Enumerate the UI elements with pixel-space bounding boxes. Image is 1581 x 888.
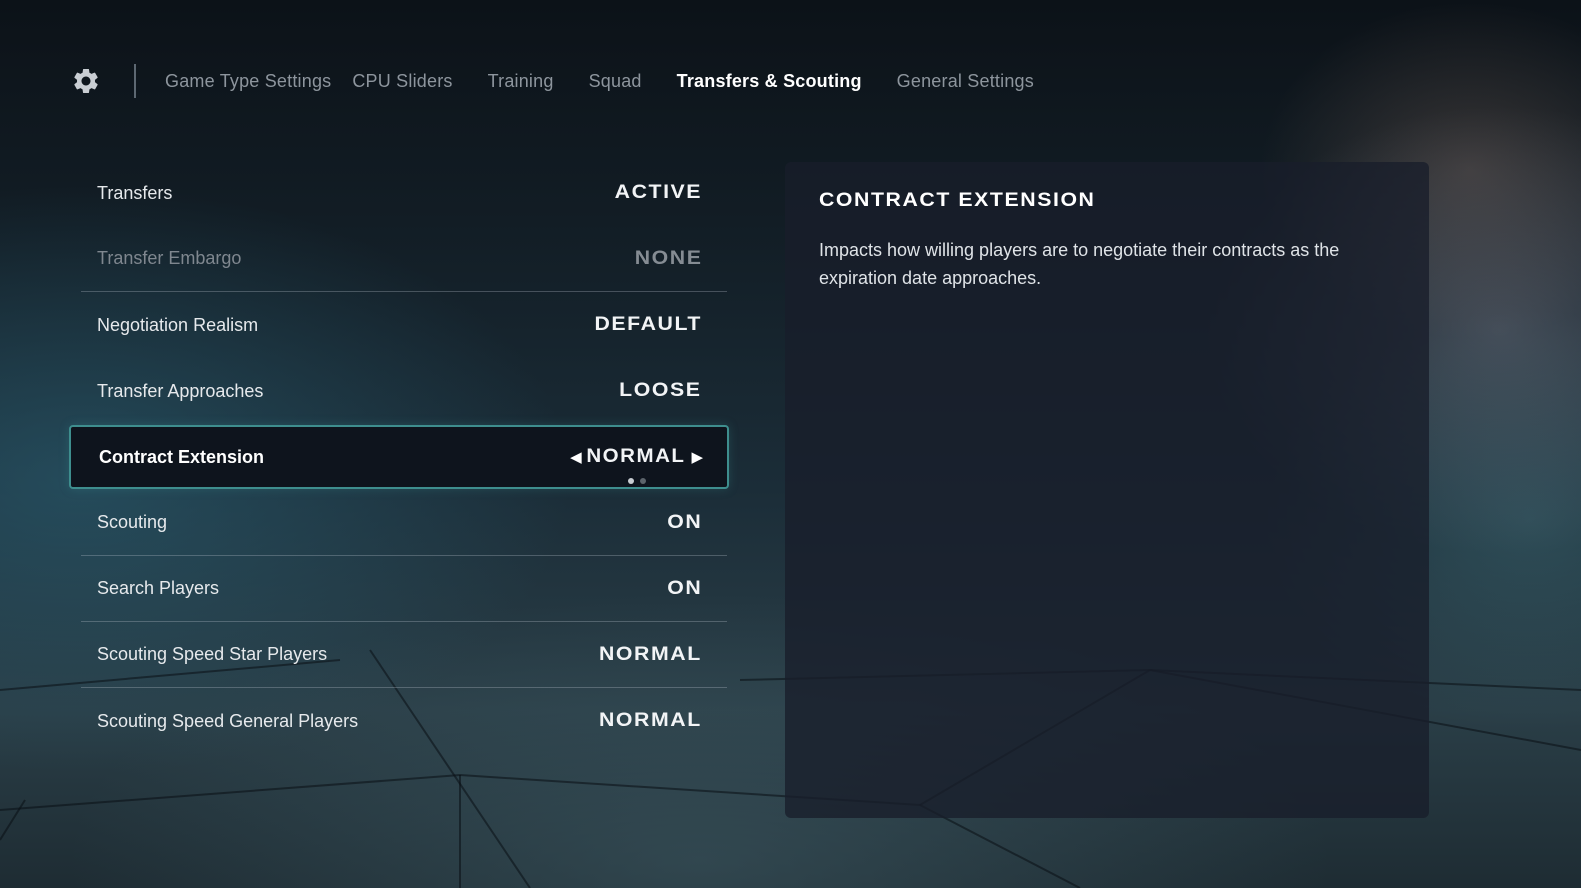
setting-row-transfer-approaches[interactable]: Transfer Approaches LOOSE	[81, 358, 727, 424]
description-panel: CONTRACT EXTENSION Impacts how willing p…	[785, 162, 1429, 818]
setting-value: NORMAL	[599, 643, 702, 665]
tab-cpu-sliders[interactable]: CPU Sliders	[352, 71, 452, 92]
setting-row-transfer-embargo: Transfer Embargo NONE	[81, 226, 727, 292]
description-body: Impacts how willing players are to negot…	[819, 240, 1340, 288]
setting-value: LOOSE	[619, 380, 702, 401]
gear-icon[interactable]	[68, 63, 104, 99]
value-selector[interactable]: ◀ NORMAL ▶	[570, 446, 703, 484]
setting-value: NORMAL	[599, 710, 702, 731]
setting-value: NORMAL	[586, 446, 686, 467]
setting-value: NONE	[634, 247, 702, 269]
setting-row-transfers[interactable]: Transfers ACTIVE	[81, 160, 727, 226]
top-navigation: Game Type Settings CPU Sliders Training …	[68, 60, 1069, 102]
option-dot	[639, 478, 646, 484]
option-page-dots	[627, 478, 646, 484]
tab-general-settings[interactable]: General Settings	[897, 71, 1034, 92]
nav-divider	[134, 64, 136, 98]
triangle-right-icon[interactable]: ▶	[691, 450, 703, 465]
setting-value: DEFAULT	[594, 314, 702, 335]
setting-row-scouting-speed-general-players[interactable]: Scouting Speed General Players NORMAL	[81, 688, 727, 754]
setting-label: Scouting	[97, 512, 168, 532]
tab-squad[interactable]: Squad	[589, 71, 642, 92]
triangle-left-icon[interactable]: ◀	[570, 450, 582, 465]
setting-label: Contract Extension	[99, 446, 265, 467]
setting-value: ON	[666, 577, 702, 599]
setting-label: Search Players	[97, 578, 220, 598]
setting-label: Negotiation Realism	[97, 314, 259, 335]
setting-label: Transfer Embargo	[97, 248, 242, 268]
option-dot	[627, 478, 634, 484]
description-title: CONTRACT EXTENSION	[819, 190, 1096, 211]
setting-label: Scouting Speed General Players	[97, 710, 359, 731]
setting-row-contract-extension[interactable]: Contract Extension ◀ NORMAL ▶	[69, 425, 729, 489]
tab-transfers-scouting[interactable]: Transfers & Scouting	[677, 71, 862, 92]
tab-training[interactable]: Training	[488, 71, 554, 92]
tab-game-type-settings[interactable]: Game Type Settings	[165, 71, 331, 92]
setting-value: ACTIVE	[614, 182, 702, 203]
setting-row-search-players[interactable]: Search Players ON	[81, 556, 727, 622]
setting-row-scouting-speed-star-players[interactable]: Scouting Speed Star Players NORMAL	[81, 622, 727, 688]
setting-label: Scouting Speed Star Players	[97, 644, 328, 664]
settings-list: Transfers ACTIVE Transfer Embargo NONE N…	[69, 160, 729, 754]
setting-label: Transfers	[97, 182, 173, 203]
setting-label: Transfer Approaches	[97, 380, 264, 401]
setting-row-scouting[interactable]: Scouting ON	[81, 490, 727, 556]
setting-value: ON	[666, 511, 702, 533]
setting-row-negotiation-realism[interactable]: Negotiation Realism DEFAULT	[81, 292, 727, 358]
